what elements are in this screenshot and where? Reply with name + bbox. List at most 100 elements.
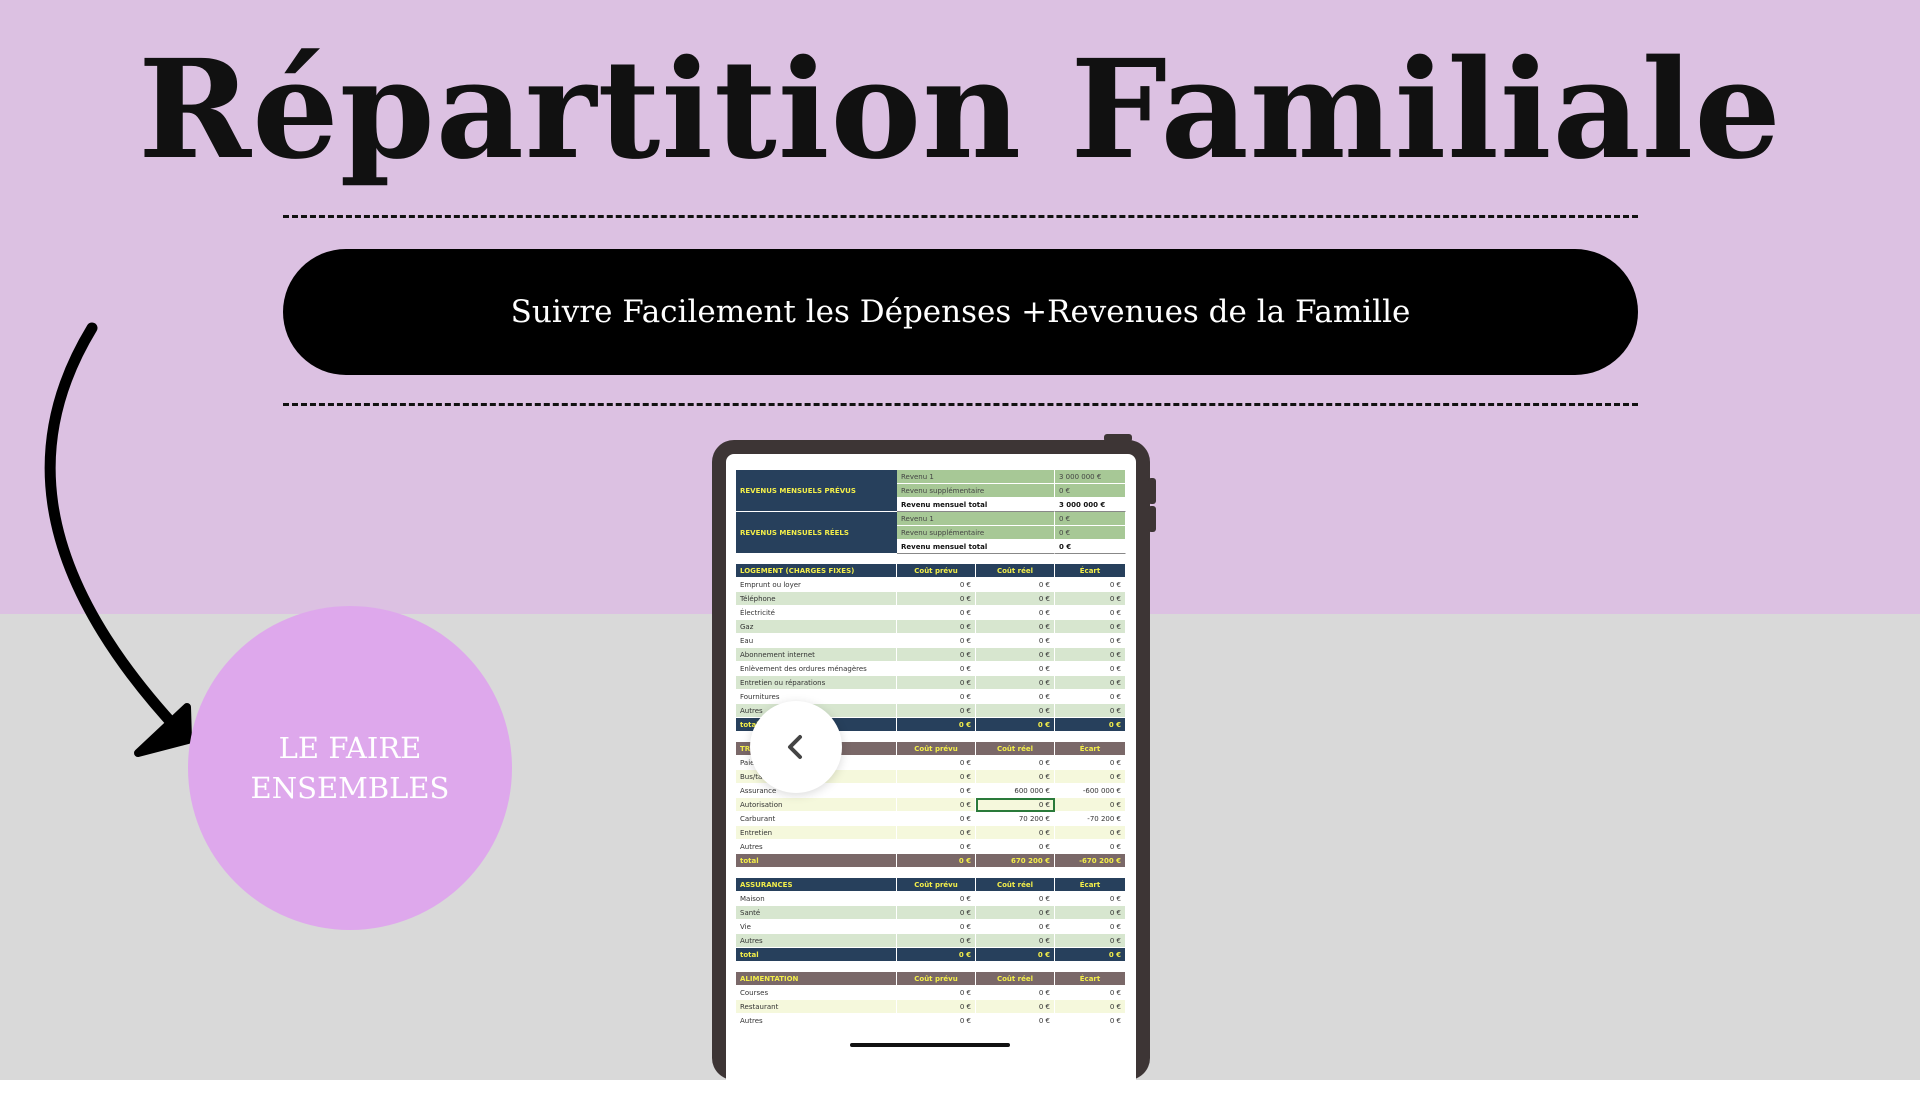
table-cell: 0 €	[976, 756, 1055, 770]
revenue-row: Revenu supplémentaire 0 €	[897, 484, 1126, 498]
revenue-row: Revenu 10 €	[897, 512, 1126, 526]
table-row: Courses 0 €0 €0 €	[736, 986, 1126, 1000]
table-cell: 0 €	[1055, 770, 1126, 784]
section-header: ALIMENTATION Coût prévu Coût réel Écart	[736, 972, 1126, 986]
total-cell: 0 €	[897, 718, 976, 732]
table-cell: 0 €	[897, 648, 976, 662]
table-cell: 0 €	[897, 1000, 976, 1014]
table-cell: Carburant	[736, 812, 897, 826]
column-header: Coût réel	[976, 972, 1055, 986]
table-row: Autres 0 €0 €0 €	[736, 934, 1126, 948]
tablet-volume-down-button	[1148, 506, 1156, 532]
dashed-divider-top	[283, 215, 1638, 218]
table-cell: 0 €	[1055, 690, 1126, 704]
table-cell: 0 €	[1055, 798, 1126, 812]
table-cell: 0 €	[897, 1014, 976, 1028]
table-cell: 0 €	[1055, 934, 1126, 948]
table-cell: 0 €	[897, 634, 976, 648]
table-cell: 0 €	[897, 662, 976, 676]
table-row: Abonnement internet 0 €0 €0 €	[736, 648, 1126, 662]
table-cell: 0 €	[897, 826, 976, 840]
subtitle-text: Suivre Facilement les Dépenses +Revenues…	[510, 294, 1411, 330]
page-title: Répartition Familiale	[138, 30, 1782, 190]
table-cell: 0 €	[1055, 578, 1126, 592]
table-cell: Restaurant	[736, 1000, 897, 1014]
table-cell: 0 €	[897, 906, 976, 920]
table-cell: Téléphone	[736, 592, 897, 606]
table-cell: Eau	[736, 634, 897, 648]
column-header: Coût prévu	[897, 878, 976, 892]
table-cell: 0 €	[897, 920, 976, 934]
table-cell: 0 €	[976, 906, 1055, 920]
column-header: Coût réel	[976, 742, 1055, 756]
table-cell: 0 €	[897, 756, 976, 770]
table-row: Autres 0 €0 €0 €	[736, 1014, 1126, 1028]
revenue-value: 3 000 000 €	[1055, 498, 1126, 512]
table-cell: 0 €	[1055, 620, 1126, 634]
table-cell: 0 €	[1055, 840, 1126, 854]
table-cell: 0 €	[976, 1000, 1055, 1014]
table-cell: 0 €	[976, 620, 1055, 634]
table-cell: 0 €	[1055, 1014, 1126, 1028]
table-cell: Fournitures	[736, 690, 897, 704]
table-cell: Courses	[736, 986, 897, 1000]
column-header: Coût prévu	[897, 564, 976, 578]
table-cell: Emprunt ou loyer	[736, 578, 897, 592]
table-cell: 0 €	[976, 1014, 1055, 1028]
table-row: Emprunt ou loyer 0 €0 €0 €	[736, 578, 1126, 592]
table-row: Gaz 0 €0 €0 €	[736, 620, 1126, 634]
total-cell: 670 200 €	[976, 854, 1055, 868]
table-cell: 0 €	[897, 676, 976, 690]
selected-cell[interactable]: 0 €	[976, 798, 1055, 812]
table-cell: -70 200 €	[1055, 812, 1126, 826]
revenue-value: 3 000 000 €	[1055, 470, 1126, 484]
column-header: Écart	[1055, 742, 1126, 756]
table-cell: 0 €	[897, 812, 976, 826]
total-cell: total	[736, 854, 897, 868]
table-row: Santé 0 €0 €0 €	[736, 906, 1126, 920]
table-cell: 0 €	[976, 920, 1055, 934]
table-cell: 0 €	[897, 620, 976, 634]
table-cell: Autres	[736, 1014, 897, 1028]
revenue-name: Revenu 1	[897, 470, 1055, 484]
table-cell: 0 €	[1055, 826, 1126, 840]
table-row: Entretien ou réparations 0 €0 €0 €	[736, 676, 1126, 690]
column-header: Coût prévu	[897, 742, 976, 756]
table-cell: 0 €	[976, 662, 1055, 676]
revenue-block: REVENUS MENSUELS RÉELS Revenu 10 € Revenu …	[736, 512, 1126, 554]
table-cell: 0 €	[897, 690, 976, 704]
table-cell: 0 €	[897, 986, 976, 1000]
table-cell: 0 €	[1055, 634, 1126, 648]
tablet-volume-up-button	[1148, 478, 1156, 504]
table-cell: 0 €	[1055, 892, 1126, 906]
table-row: Entretien 0 €0 €0 €	[736, 826, 1126, 840]
table-cell: Entretien	[736, 826, 897, 840]
revenue-value: 0 €	[1055, 526, 1126, 540]
column-header: Écart	[1055, 564, 1126, 578]
back-button[interactable]	[750, 701, 842, 793]
table-cell: 0 €	[976, 704, 1055, 718]
total-cell: 0 €	[1055, 948, 1126, 962]
table-cell: 600 000 €	[976, 784, 1055, 798]
revenue-label: REVENUS MENSUELS PRÉVUS	[736, 470, 897, 512]
total-cell: -670 200 €	[1055, 854, 1126, 868]
table-cell: Maison	[736, 892, 897, 906]
revenue-name: Revenu supplémentaire	[897, 526, 1055, 540]
table-cell: 0 €	[976, 690, 1055, 704]
total-cell: 0 €	[976, 718, 1055, 732]
table-cell: 0 €	[1055, 906, 1126, 920]
table-cell: 0 €	[897, 592, 976, 606]
table-cell: 0 €	[897, 840, 976, 854]
revenue-row: Revenu supplémentaire 0 €	[897, 526, 1126, 540]
table-cell: 0 €	[976, 648, 1055, 662]
table-cell: 0 €	[897, 606, 976, 620]
table-cell: 0 €	[897, 934, 976, 948]
together-badge-text: LE FAIRE ENSEMBLES	[250, 731, 450, 805]
table-cell: Abonnement internet	[736, 648, 897, 662]
table-cell: -600 000 €	[1055, 784, 1126, 798]
table-row: Enlèvement des ordures ménagères 0 €0 €0 …	[736, 662, 1126, 676]
